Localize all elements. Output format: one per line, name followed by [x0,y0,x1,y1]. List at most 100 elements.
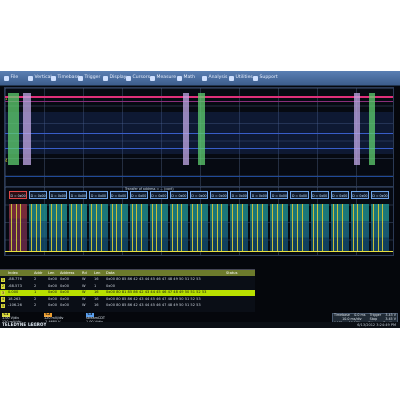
decode-annotation[interactable]: D = 0x00 [290,191,309,199]
decode-annotation[interactable]: D = 0x00 [149,191,168,199]
decoded-bits [250,204,269,252]
signal-pulse [8,93,19,165]
menu-item-label: Vertical [34,75,52,80]
decode-annotation[interactable]: D = 0x00 [49,191,68,199]
decode-annotation[interactable]: D = 0x00 [250,191,269,199]
decoded-bits [149,204,168,252]
bit-edge [100,204,102,252]
table-cell-rd: W [82,283,86,288]
decode-annotation[interactable]: D = 0x00 [270,191,289,199]
table-header-cell: Addr [34,271,43,275]
bit-edge [201,204,203,252]
signal-pulse [183,93,189,165]
menu-item-cursors[interactable]: Cursors [126,71,150,85]
signal-pulse [354,93,360,165]
decode-annotation[interactable]: D = 0x00 [109,191,128,199]
bit-edge [80,204,82,252]
decoded-bits [330,204,349,252]
menu-item-support[interactable]: Support [253,71,278,85]
decode-annotation[interactable]: D = 0x00 [210,191,229,199]
table-header-cell: Data [106,271,115,275]
decode-annotation[interactable]: D = 0x00 [310,191,329,199]
file-icon [4,75,9,81]
bit-edge [221,204,223,252]
decoded-bits [9,204,28,252]
bit-edge [171,204,173,252]
table-cell-dlen: 16 [94,303,99,307]
table-cell-address: 0x00 [60,283,69,288]
decode-annotation[interactable]: D = 0x00 [350,191,369,199]
table-row[interactable]: 3 0.000 1 0x00 0x00 W 16 0x00 80 81 85 86 42 43… [0,290,255,296]
menu-item-label: Timebase [57,75,80,80]
table-cell-data: 0x00 80 85 86 42 43 44 45 46 47 48 49 50… [106,277,201,281]
decode-annotation[interactable]: D = 0x00 [9,191,28,199]
decode-annotation[interactable]: D = 0x00 [169,191,188,199]
decode-annotation[interactable]: D = 0x00 [129,191,148,199]
menu-item-trigger[interactable]: Trigger [78,71,100,85]
menu-item-math[interactable]: Math [177,71,195,85]
menu-item-utilities[interactable]: Utilities [229,71,253,85]
menu-item-measure[interactable]: Measure [150,71,176,85]
table-row[interactable]: 2 -68.573 2 0x00 0x00 W 1 0x00 [0,284,255,290]
signal-pulse [369,93,375,165]
menu-bar: File Vertical Timebase Trigger Display Cursor… [0,71,400,86]
bit-edge [256,204,258,252]
bit-edge [51,204,53,252]
decoded-bits [370,204,389,252]
bit-edge [196,204,198,252]
menu-item-file[interactable]: File [4,71,18,85]
bit-edge [176,204,178,252]
bit-edge [332,204,334,252]
zoom-waveform-grid: Transfer of address = ... (cont) D = 0x0… [4,186,394,256]
bit-edge [120,204,122,252]
table-cell-index: 18.263 [8,296,21,301]
bit-edge [232,204,234,252]
measure-icon [150,75,155,81]
menu-item-label: Cursors [132,75,151,80]
bit-edge [236,204,238,252]
decode-annotation[interactable]: D = 0x00 [230,191,249,199]
bit-edge [382,204,384,252]
bit-edge [216,204,218,252]
decode-annotation[interactable]: D = 0x00 [29,191,48,199]
table-cell-len: 0x00 [48,303,57,307]
decode-table[interactable]: Index Addr Len Address Rd Len Data Status 1 -88.… [0,269,255,312]
bit-edge [241,204,243,252]
decode-annotation[interactable]: D = 0x00 [89,191,108,199]
signal-pulse [23,93,31,165]
decode-annotation[interactable]: D = 0x00 [189,191,209,199]
menu-item-label: Utilities [235,75,253,80]
bit-edge [31,204,33,252]
bit-edge [277,204,279,252]
menu-item-label: Measure [156,75,177,80]
math-icon [177,75,182,81]
bit-edge [312,204,314,252]
table-cell-len: 0x00 [48,290,57,294]
table-header-cell: Len [48,271,55,275]
table-cell-rd: W [82,290,86,294]
bit-edge [111,204,113,252]
decode-annotation[interactable]: D = 0x00 [370,191,389,199]
bit-edge [342,204,344,252]
table-row[interactable]: 1 -88.776 2 0x00 0x00 W 16 0x00 80 85 86 42 43 … [0,277,255,283]
table-row[interactable]: 4 18.263 2 0x00 0x00 W 16 0x00 80 85 86 42 43 4… [0,297,255,303]
table-row[interactable]: 5 -106.26 2 0x00 0x00 W 16 0x00 80 85 86 42 43 … [0,303,255,309]
bit-edge [141,204,143,252]
menu-item-display[interactable]: Display [103,71,126,85]
menu-item-timebase[interactable]: Timebase [51,71,80,85]
table-cell-len: 0x00 [48,283,57,288]
oscilloscope-display: File Vertical Timebase Trigger Display Cursor… [0,71,400,328]
bit-edge [261,204,263,252]
table-cell-addr: 2 [34,303,37,307]
table-cell-dlen: 16 [94,277,99,281]
bit-edge [11,204,12,252]
decode-annotation[interactable]: D = 0x00 [69,191,88,199]
bit-edge [161,204,163,252]
table-cell-rd: W [82,303,86,307]
bit-edge [131,204,133,252]
decode-annotation[interactable]: D = 0x00 [330,191,349,199]
menu-item-vertical[interactable]: Vertical [28,71,52,85]
cursors-icon [126,75,131,81]
timebase-icon [51,75,56,81]
menu-item-analysis[interactable]: Analysis [202,71,227,85]
